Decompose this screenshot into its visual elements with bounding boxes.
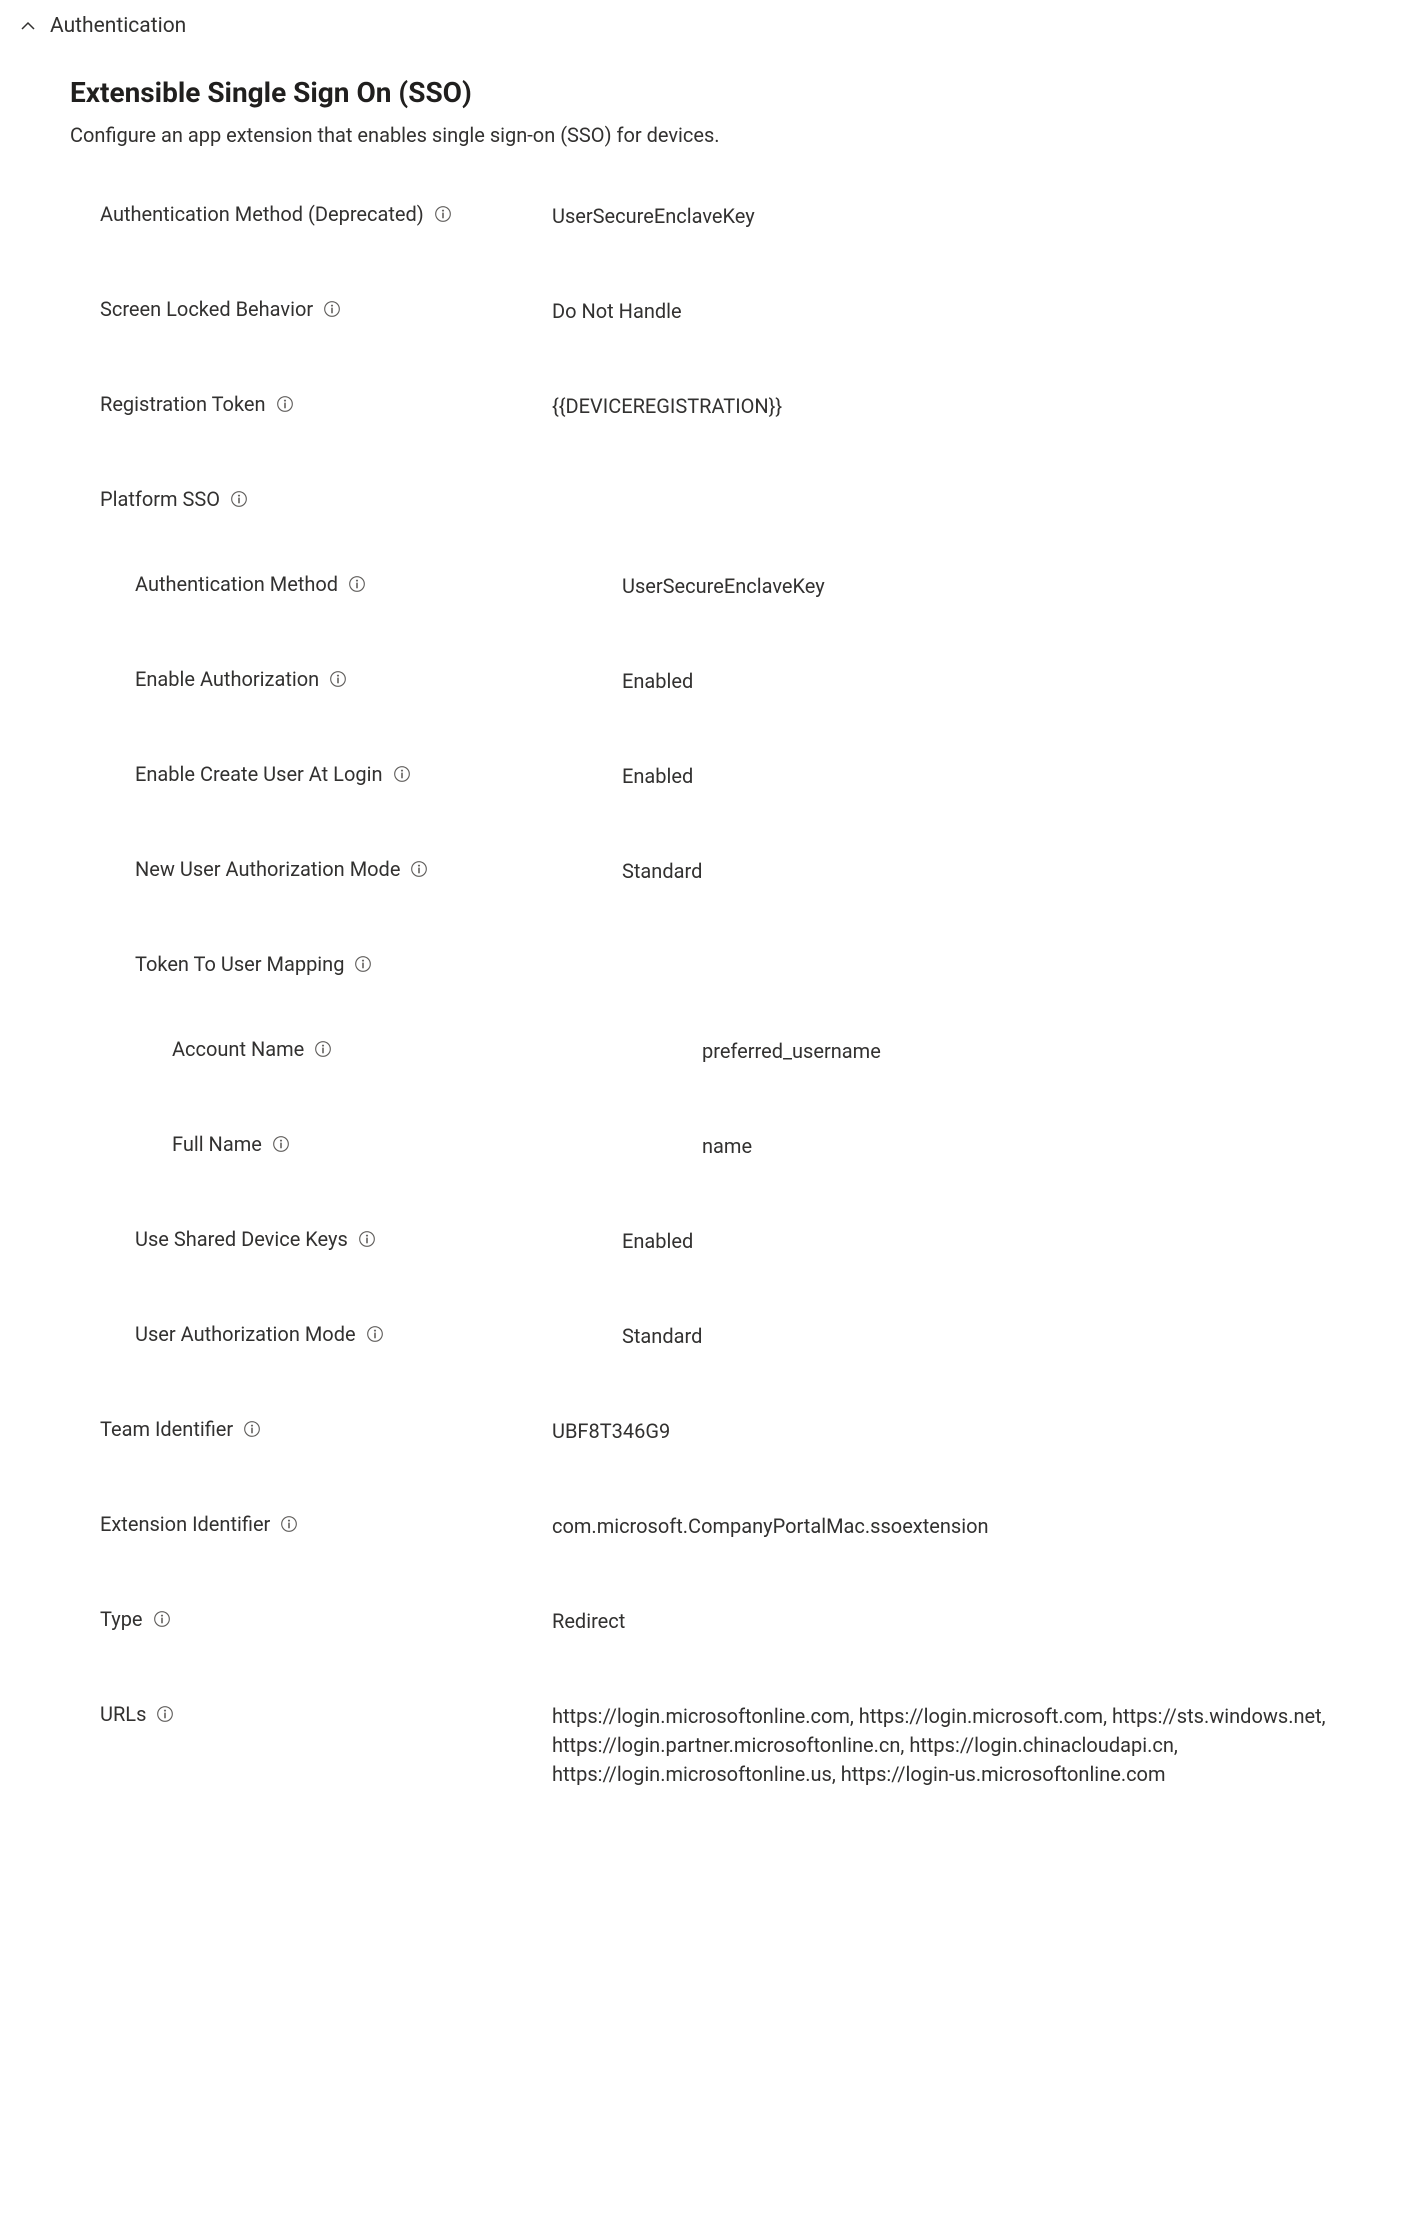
- value-urls: https://login.microsoftonline.com, https…: [552, 1702, 1382, 1789]
- section-title: Authentication: [50, 14, 186, 38]
- value-extension-identifier: com.microsoft.CompanyPortalMac.ssoextens…: [552, 1512, 1382, 1541]
- info-icon[interactable]: [153, 1610, 171, 1628]
- label-ttum-full-name: Full Name: [172, 1132, 262, 1156]
- field-psso-user-auth-mode: User Authorization Mode Standard: [70, 1322, 1382, 1352]
- value-team-identifier: UBF8T346G9: [552, 1417, 1382, 1446]
- value-auth-method-deprecated: UserSecureEnclaveKey: [552, 202, 1382, 231]
- value-registration-token: {{DEVICEREGISTRATION}}: [552, 392, 1382, 421]
- info-icon[interactable]: [272, 1135, 290, 1153]
- value-ttum-account-name: preferred_username: [702, 1037, 1382, 1066]
- info-icon[interactable]: [329, 670, 347, 688]
- label-screen-locked-behavior: Screen Locked Behavior: [100, 297, 313, 321]
- field-ttum-account-name: Account Name preferred_username: [70, 1037, 1382, 1067]
- info-icon[interactable]: [314, 1040, 332, 1058]
- page-description: Configure an app extension that enables …: [70, 123, 1382, 147]
- chevron-up-icon: [20, 18, 36, 34]
- label-psso-user-auth-mode: User Authorization Mode: [135, 1322, 356, 1346]
- section-header-authentication[interactable]: Authentication: [20, 10, 1382, 56]
- value-psso-new-user-auth-mode: Standard: [622, 857, 1382, 886]
- value-psso-auth-method: UserSecureEnclaveKey: [622, 572, 1382, 601]
- value-psso-use-shared-device-keys: Enabled: [622, 1227, 1382, 1256]
- value-ttum-full-name: name: [702, 1132, 1382, 1161]
- field-team-identifier: Team Identifier UBF8T346G9: [70, 1417, 1382, 1447]
- field-psso-new-user-auth-mode: New User Authorization Mode Standard: [70, 857, 1382, 887]
- info-icon[interactable]: [434, 205, 452, 223]
- info-icon[interactable]: [348, 575, 366, 593]
- label-urls: URLs: [100, 1702, 146, 1726]
- field-psso-enable-authorization: Enable Authorization Enabled: [70, 667, 1382, 697]
- label-platform-sso: Platform SSO: [100, 487, 220, 511]
- value-psso-user-auth-mode: Standard: [622, 1322, 1382, 1351]
- label-ttum-account-name: Account Name: [172, 1037, 304, 1061]
- label-psso-auth-method: Authentication Method: [135, 572, 338, 596]
- value-type: Redirect: [552, 1607, 1382, 1636]
- info-icon[interactable]: [276, 395, 294, 413]
- field-psso-auth-method: Authentication Method UserSecureEnclaveK…: [70, 572, 1382, 602]
- info-icon[interactable]: [243, 1420, 261, 1438]
- field-platform-sso: Platform SSO: [70, 487, 1382, 517]
- field-psso-use-shared-device-keys: Use Shared Device Keys Enabled: [70, 1227, 1382, 1257]
- field-psso-enable-create-user: Enable Create User At Login Enabled: [70, 762, 1382, 792]
- field-extension-identifier: Extension Identifier com.microsoft.Compa…: [70, 1512, 1382, 1542]
- info-icon[interactable]: [156, 1705, 174, 1723]
- info-icon[interactable]: [230, 490, 248, 508]
- value-screen-locked-behavior: Do Not Handle: [552, 297, 1382, 326]
- label-type: Type: [100, 1607, 143, 1631]
- label-psso-use-shared-device-keys: Use Shared Device Keys: [135, 1227, 348, 1251]
- info-icon[interactable]: [354, 955, 372, 973]
- page-title: Extensible Single Sign On (SSO): [70, 76, 1382, 109]
- label-psso-token-to-user-mapping: Token To User Mapping: [135, 952, 344, 976]
- value-psso-enable-authorization: Enabled: [622, 667, 1382, 696]
- field-urls: URLs https://login.microsoftonline.com, …: [70, 1702, 1382, 1789]
- info-icon[interactable]: [366, 1325, 384, 1343]
- field-auth-method-deprecated: Authentication Method (Deprecated) UserS…: [70, 202, 1382, 232]
- info-icon[interactable]: [393, 765, 411, 783]
- field-registration-token: Registration Token {{DEVICEREGISTRATION}…: [70, 392, 1382, 422]
- label-extension-identifier: Extension Identifier: [100, 1512, 270, 1536]
- info-icon[interactable]: [358, 1230, 376, 1248]
- field-screen-locked-behavior: Screen Locked Behavior Do Not Handle: [70, 297, 1382, 327]
- label-psso-enable-authorization: Enable Authorization: [135, 667, 319, 691]
- label-psso-enable-create-user: Enable Create User At Login: [135, 762, 383, 786]
- info-icon[interactable]: [323, 300, 341, 318]
- label-auth-method-deprecated: Authentication Method (Deprecated): [100, 202, 424, 226]
- field-type: Type Redirect: [70, 1607, 1382, 1637]
- field-psso-token-to-user-mapping: Token To User Mapping: [70, 952, 1382, 982]
- info-icon[interactable]: [280, 1515, 298, 1533]
- info-icon[interactable]: [410, 860, 428, 878]
- label-team-identifier: Team Identifier: [100, 1417, 233, 1441]
- field-ttum-full-name: Full Name name: [70, 1132, 1382, 1162]
- value-psso-enable-create-user: Enabled: [622, 762, 1382, 791]
- label-registration-token: Registration Token: [100, 392, 266, 416]
- label-psso-new-user-auth-mode: New User Authorization Mode: [135, 857, 400, 881]
